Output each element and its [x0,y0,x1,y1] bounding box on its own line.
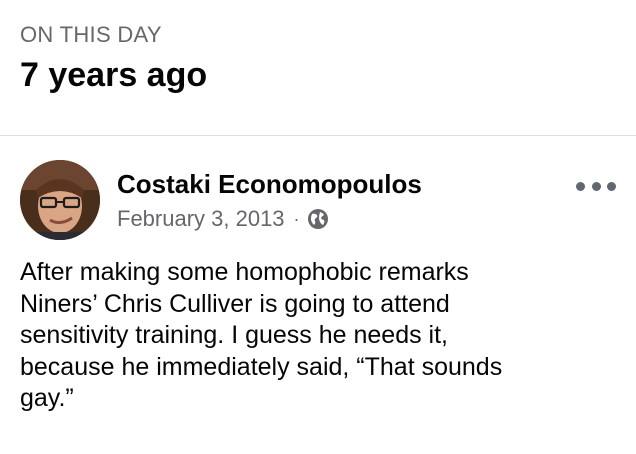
memory-header: ON THIS DAY 7 years ago [20,22,616,94]
avatar-photo [20,160,100,240]
avatar[interactable] [20,160,100,240]
post-meta: February 3, 2013 · [117,204,329,234]
post-author[interactable]: Costaki Economopoulos [117,169,422,199]
divider [0,135,636,136]
post-text: After making some homophobic remarks Nin… [20,258,503,412]
memory-headline: 7 years ago [20,56,208,94]
more-options-dot [607,181,616,191]
memory-card: ON THIS DAY 7 years ago Costaki Economop… [0,0,636,454]
more-options-dot [591,181,601,191]
post-date[interactable]: February 3, 2013 [117,206,285,232]
more-options-button[interactable] [576,176,616,196]
meta-separator: · [293,208,300,229]
globe-icon[interactable] [307,208,329,230]
more-options-dot [576,181,585,191]
memory-eyebrow: ON THIS DAY [20,22,162,47]
